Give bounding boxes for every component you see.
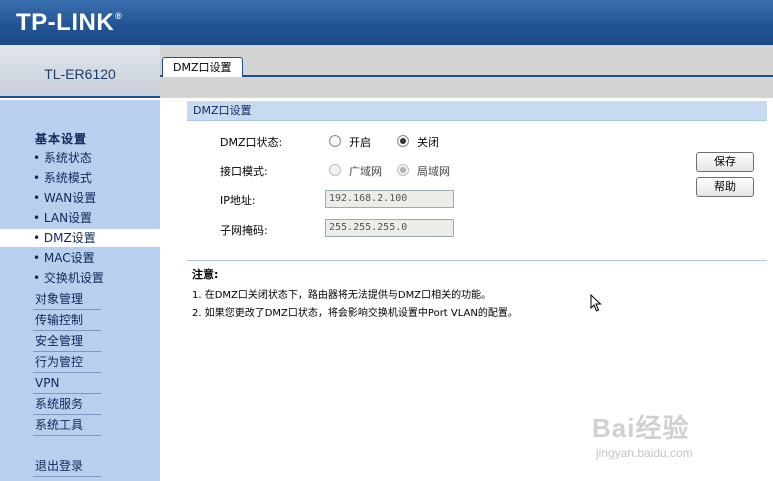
port-mode-wan-radio[interactable]: [329, 164, 341, 176]
logout-link[interactable]: 退出登录: [33, 457, 101, 477]
sidebar-item-security[interactable]: 安全管理: [33, 332, 101, 352]
sidebar-item-wan[interactable]: • WAN设置: [33, 189, 96, 207]
baidu-watermark: Bai经验 jingyan.baidu.com: [590, 400, 760, 470]
top-header: TP-LINK®: [0, 0, 773, 45]
watermark-url: jingyan.baidu.com: [596, 446, 693, 460]
subnet-mask-field[interactable]: 255.255.255.0: [325, 219, 454, 237]
sidebar-item-dmz[interactable]: • DMZ设置: [0, 229, 160, 247]
ip-address-field[interactable]: 192.168.2.100: [325, 190, 454, 208]
dmz-status-label: DMZ口状态:: [220, 136, 283, 149]
sidebar-item-system-tools[interactable]: 系统工具: [33, 416, 101, 436]
port-mode-lan-label: 局域网: [417, 165, 450, 178]
tp-link-logo: TP-LINK®: [16, 9, 123, 36]
dmz-off-radio[interactable]: [397, 135, 409, 147]
dmz-on-radio[interactable]: [329, 135, 341, 147]
subnet-mask-label: 子网掩码:: [220, 224, 268, 237]
section-divider: [187, 260, 767, 261]
dmz-on-label: 开启: [349, 136, 371, 149]
sidebar-item-object-management[interactable]: 对象管理: [33, 290, 101, 310]
tab-underline: [160, 75, 773, 77]
note-title: 注意:: [192, 268, 219, 281]
tab-dmz-settings[interactable]: DMZ口设置: [162, 57, 243, 77]
note-item: 1. 在DMZ口关闭状态下，路由器将无法提供与DMZ口相关的功能。: [192, 290, 492, 301]
baidu-jingyan-logo: Bai经验: [592, 413, 690, 443]
dmz-off-label: 关闭: [417, 136, 439, 149]
sidebar-item-system-services[interactable]: 系统服务: [33, 395, 101, 415]
sidebar-group-basic-settings[interactable]: 基本设置: [35, 130, 87, 147]
save-button[interactable]: 保存: [696, 152, 754, 172]
sidebar-item-vpn[interactable]: VPN: [33, 374, 101, 394]
port-mode-lan-radio[interactable]: [397, 164, 409, 176]
device-model: TL-ER6120: [44, 66, 116, 82]
sidebar-item-behavior-control[interactable]: 行为管控: [33, 353, 101, 373]
mouse-pointer-icon: [590, 294, 602, 312]
port-mode-wan-label: 广域网: [349, 165, 382, 178]
sidebar-item-lan[interactable]: • LAN设置: [33, 209, 92, 227]
sidebar-item-system-mode[interactable]: • 系统模式: [33, 169, 92, 187]
section-title: DMZ口设置: [187, 101, 767, 121]
sidebar-item-transfer-control[interactable]: 传输控制: [33, 311, 101, 331]
sidebar-item-mac[interactable]: • MAC设置: [33, 249, 95, 267]
help-button[interactable]: 帮助: [696, 177, 754, 197]
note-item: 2. 如果您更改了DMZ口状态，将会影响交换机设置中Port VLAN的配置。: [192, 308, 518, 319]
registered-mark: ®: [115, 11, 123, 21]
sidebar-item-switch[interactable]: • 交换机设置: [33, 269, 104, 287]
port-mode-label: 接口模式:: [220, 165, 268, 178]
ip-address-label: IP地址:: [220, 194, 256, 207]
sidebar-item-system-status[interactable]: • 系统状态: [33, 149, 92, 167]
